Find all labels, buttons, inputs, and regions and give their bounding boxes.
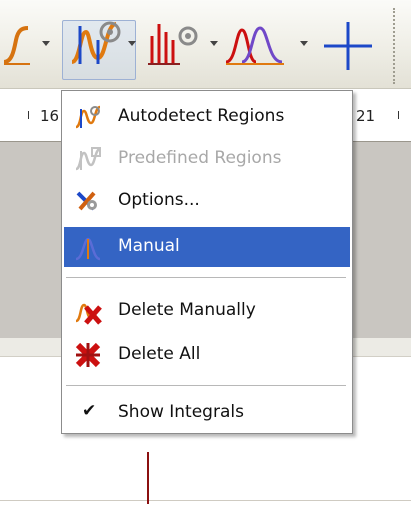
dropdown-caret-icon[interactable] bbox=[210, 41, 218, 46]
menu-item-manual[interactable]: Manual bbox=[64, 227, 350, 267]
menu-item-label: Manual bbox=[118, 236, 180, 256]
menu-item-label: Delete All bbox=[118, 344, 201, 364]
spectrum-peak bbox=[147, 452, 149, 504]
menu-item-options[interactable]: Options... bbox=[64, 181, 350, 221]
delete-manually-icon bbox=[75, 303, 102, 325]
checkmark-icon: ✔ bbox=[82, 401, 97, 421]
ruler-label-left: 16 bbox=[40, 107, 60, 125]
autodetect-regions-icon[interactable] bbox=[68, 14, 124, 74]
menu-separator bbox=[66, 277, 346, 278]
delete-all-icon bbox=[75, 342, 101, 368]
peak-fitting-icon[interactable] bbox=[224, 14, 290, 74]
menu-item-show-integrals[interactable]: ✔ Show Integrals bbox=[64, 393, 350, 433]
dropdown-caret-icon[interactable] bbox=[128, 41, 136, 46]
menu-item-autodetect-regions[interactable]: Autodetect Regions bbox=[64, 97, 350, 137]
menu-item-delete-all[interactable]: Delete All bbox=[64, 335, 350, 375]
integral-icon[interactable] bbox=[0, 14, 34, 74]
manual-icon bbox=[75, 237, 101, 261]
autodetect-regions-icon bbox=[75, 105, 101, 129]
toolbar-separator bbox=[393, 8, 399, 84]
dropdown-caret-icon[interactable] bbox=[42, 41, 50, 46]
menu-item-label: Options... bbox=[118, 190, 200, 210]
menu-item-predefined-regions[interactable]: Predefined Regions bbox=[64, 139, 350, 179]
integration-dropdown-menu: Autodetect Regions Predefined Regions Op… bbox=[61, 90, 353, 434]
dropdown-caret-icon[interactable] bbox=[300, 41, 308, 46]
menu-item-label: Predefined Regions bbox=[118, 148, 282, 168]
ruler-tick bbox=[28, 111, 29, 119]
ruler-tick bbox=[398, 111, 399, 119]
menu-item-delete-manually[interactable]: Delete Manually bbox=[64, 291, 350, 331]
menu-item-label: Show Integrals bbox=[118, 402, 244, 422]
multiplet-icon[interactable] bbox=[146, 14, 202, 74]
options-icon bbox=[76, 191, 97, 211]
spectrum-baseline bbox=[0, 500, 411, 501]
cursor-crosshair-icon[interactable] bbox=[320, 14, 376, 74]
toolbar bbox=[0, 0, 411, 89]
menu-item-label: Autodetect Regions bbox=[118, 106, 285, 126]
menu-separator bbox=[66, 385, 346, 386]
menu-item-label: Delete Manually bbox=[118, 300, 256, 320]
predefined-regions-icon bbox=[75, 147, 101, 171]
ruler-label-right: 21 bbox=[356, 107, 376, 125]
